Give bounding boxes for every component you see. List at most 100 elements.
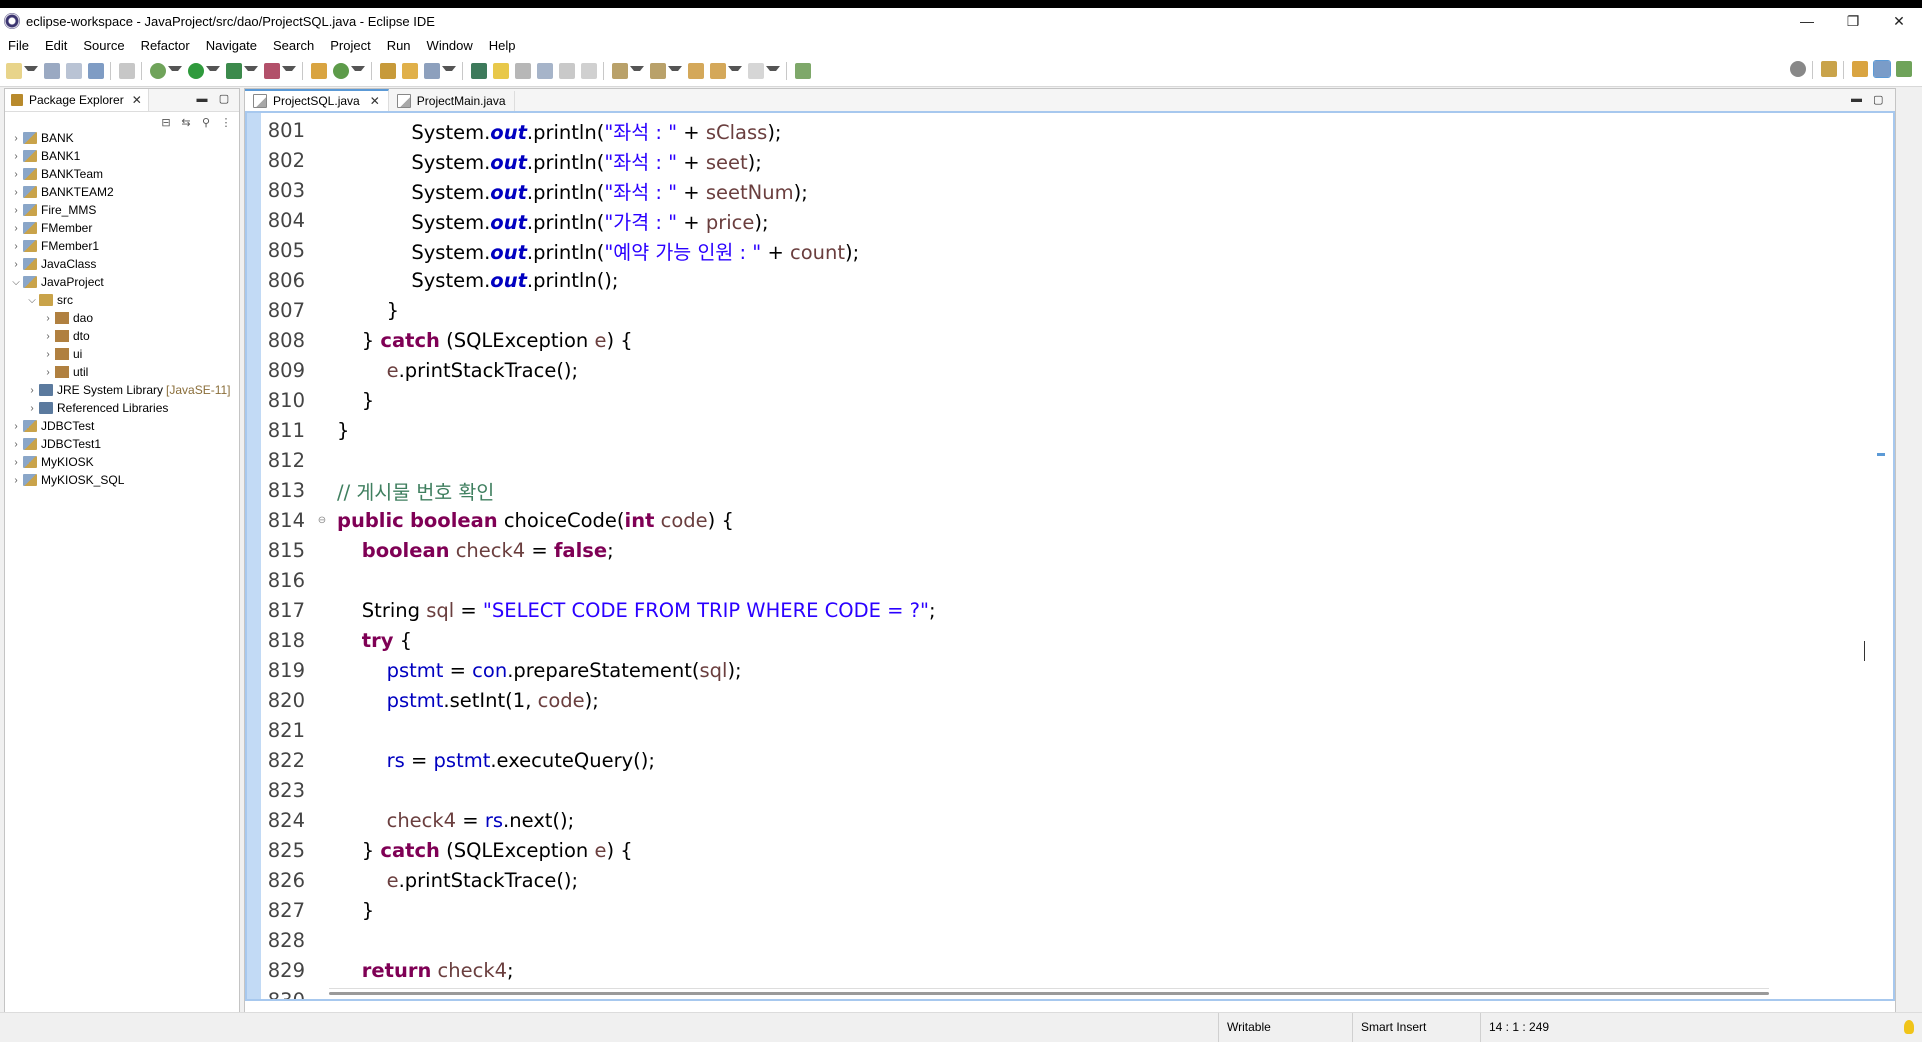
maximize-view-icon[interactable]: ▢	[1873, 93, 1887, 106]
open-perspective-icon[interactable]	[1821, 61, 1837, 77]
open-folder-icon[interactable]	[402, 63, 418, 79]
tree-item[interactable]: › FMember	[5, 219, 239, 237]
search-tool-icon[interactable]	[424, 63, 440, 79]
tab-projectsql[interactable]: ProjectSQL.java ✕	[245, 89, 389, 111]
tree-item[interactable]: › ui	[5, 345, 239, 363]
scrollbar-thumb[interactable]	[329, 992, 1769, 995]
show-whitespace-icon[interactable]	[559, 63, 575, 79]
previous-annotation-icon[interactable]	[650, 63, 666, 79]
tree-item[interactable]: › BANKTeam	[5, 165, 239, 183]
search-dropdown-icon[interactable]	[442, 65, 456, 77]
last-edit-location-icon[interactable]	[688, 63, 704, 79]
back-dropdown-icon[interactable]	[728, 65, 742, 77]
minimize-view-icon[interactable]: ▬	[1851, 93, 1865, 106]
tree-item[interactable]: › MyKIOSK	[5, 453, 239, 471]
chevron-right-icon[interactable]: ›	[43, 367, 53, 378]
close-button[interactable]: ✕	[1876, 8, 1922, 34]
chevron-right-icon[interactable]: ›	[11, 259, 21, 270]
new-icon[interactable]	[6, 63, 22, 79]
minimize-view-icon[interactable]: ▬	[195, 93, 209, 105]
view-menu-icon[interactable]: ⋮	[219, 116, 233, 130]
overview-ruler-marker[interactable]	[1877, 453, 1885, 456]
forward-dropdown-icon[interactable]	[766, 65, 780, 77]
menu-help[interactable]: Help	[481, 38, 524, 53]
new-dropdown-icon[interactable]	[24, 65, 38, 77]
collapse-all-icon[interactable]: ⊟	[159, 116, 173, 130]
tree-item[interactable]: › FMember1	[5, 237, 239, 255]
run-dropdown-icon[interactable]	[206, 65, 220, 77]
search-icon[interactable]	[1790, 61, 1806, 77]
next-annotation-icon[interactable]	[612, 63, 628, 79]
chevron-right-icon[interactable]: ›	[11, 223, 21, 234]
menu-run[interactable]: Run	[379, 38, 419, 53]
package-explorer-tab[interactable]: Package Explorer ✕	[5, 89, 149, 111]
chevron-right-icon[interactable]: ›	[43, 313, 53, 324]
previous-annotation-dropdown-icon[interactable]	[668, 65, 682, 77]
new-java-project-icon[interactable]	[311, 63, 327, 79]
save-all-icon[interactable]	[66, 63, 82, 79]
tree-item[interactable]: › BANKTEAM2	[5, 183, 239, 201]
word-wrap-icon[interactable]	[537, 63, 553, 79]
skip-breakpoints-icon[interactable]	[119, 63, 135, 79]
chevron-right-icon[interactable]: ›	[11, 205, 21, 216]
debug-dropdown-icon[interactable]	[168, 65, 182, 77]
tree-item[interactable]: › Fire_MMS	[5, 201, 239, 219]
chevron-right-icon[interactable]: ›	[43, 331, 53, 342]
tree-item[interactable]: › util	[5, 363, 239, 381]
tree-item[interactable]: ⌵ JavaProject	[5, 273, 239, 291]
new-class-icon[interactable]	[333, 63, 349, 79]
close-icon[interactable]: ✕	[132, 93, 142, 107]
block-selection-icon[interactable]	[515, 63, 531, 79]
debug-icon[interactable]	[150, 63, 166, 79]
chevron-right-icon[interactable]: ›	[43, 349, 53, 360]
chevron-right-icon[interactable]: ›	[11, 169, 21, 180]
tree-item[interactable]: › dao	[5, 309, 239, 327]
pin-editor-icon[interactable]	[795, 63, 811, 79]
run-icon[interactable]	[188, 63, 204, 79]
tree-item[interactable]: › MyKIOSK_SQL	[5, 471, 239, 489]
chevron-down-icon[interactable]: ⌵	[27, 295, 37, 306]
menu-source[interactable]: Source	[75, 38, 132, 53]
filter-icon[interactable]: ⚲	[199, 116, 213, 130]
menu-search[interactable]: Search	[265, 38, 322, 53]
fold-toggle-icon[interactable]: ⊖	[315, 515, 329, 526]
coverage-icon[interactable]	[226, 63, 242, 79]
next-annotation-dropdown-icon[interactable]	[630, 65, 644, 77]
external-tools-icon[interactable]	[264, 63, 280, 79]
java-perspective-icon[interactable]	[1873, 60, 1891, 78]
menu-project[interactable]: Project	[322, 38, 378, 53]
chevron-right-icon[interactable]: ›	[11, 475, 21, 486]
chevron-right-icon[interactable]: ›	[11, 151, 21, 162]
java-ee-perspective-icon[interactable]	[1852, 61, 1868, 77]
tree-item[interactable]: › JDBCTest	[5, 417, 239, 435]
debug-perspective-icon[interactable]	[1896, 61, 1912, 77]
coverage-dropdown-icon[interactable]	[244, 65, 258, 77]
menu-window[interactable]: Window	[419, 38, 481, 53]
menu-edit[interactable]: Edit	[37, 38, 75, 53]
chevron-right-icon[interactable]: ›	[27, 403, 37, 414]
menu-refactor[interactable]: Refactor	[133, 38, 198, 53]
chevron-right-icon[interactable]: ›	[11, 457, 21, 468]
open-type-icon[interactable]	[380, 63, 396, 79]
tree-item[interactable]: › BANK	[5, 129, 239, 147]
back-arrow-icon[interactable]	[710, 63, 726, 79]
chevron-right-icon[interactable]: ›	[11, 133, 21, 144]
mark-occurrences-icon[interactable]	[493, 63, 509, 79]
toggle-annotations-icon[interactable]	[471, 63, 487, 79]
menu-file[interactable]: File	[0, 38, 37, 53]
tree-item[interactable]: › dto	[5, 327, 239, 345]
link-with-editor-icon[interactable]: ⇆	[179, 116, 193, 130]
maximize-view-icon[interactable]: ▢	[217, 93, 231, 105]
tree-item[interactable]: › JavaClass	[5, 255, 239, 273]
menu-navigate[interactable]: Navigate	[198, 38, 265, 53]
chevron-right-icon[interactable]: ›	[11, 187, 21, 198]
save-icon[interactable]	[44, 63, 60, 79]
horizontal-scrollbar[interactable]	[329, 988, 1769, 999]
lightbulb-icon[interactable]	[1904, 1020, 1914, 1034]
tree-item[interactable]: ⌵ src	[5, 291, 239, 309]
tree-item[interactable]: › BANK1	[5, 147, 239, 165]
maximize-button[interactable]: ❐	[1830, 8, 1876, 34]
tab-projectmain[interactable]: ProjectMain.java	[389, 91, 515, 111]
code-editor[interactable]: 801 System.out.println("좌석 : " + sClass)…	[245, 111, 1895, 1001]
new-class-dropdown-icon[interactable]	[351, 65, 365, 77]
